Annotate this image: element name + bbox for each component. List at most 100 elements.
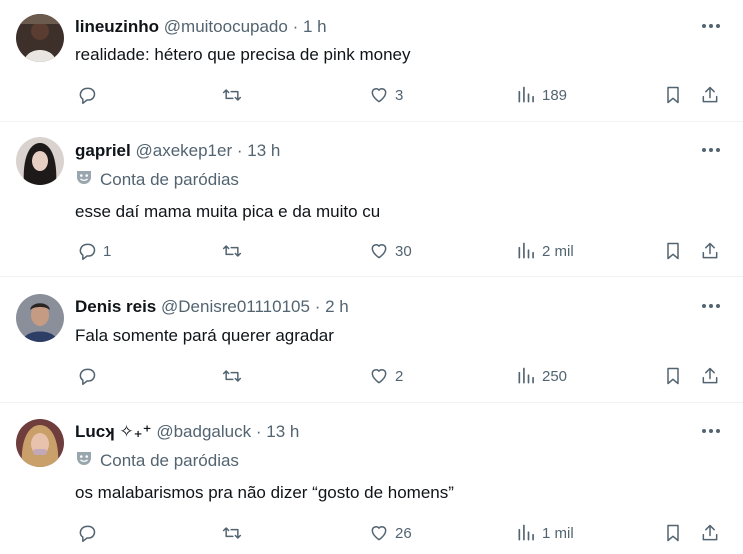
views-button[interactable]: 1 mil — [516, 521, 574, 545]
author-name[interactable]: Lucʞ ✧₊⁺ — [75, 422, 152, 441]
post-header: gapriel @axekep1er · 13 h — [75, 140, 280, 162]
post-time[interactable]: 1 h — [303, 17, 327, 36]
bookmark-button[interactable] — [663, 521, 683, 545]
author-name[interactable]: Denis reis — [75, 297, 156, 316]
post-denis-reis[interactable]: Denis reis @Denisre01110105 · 2 h Fala s… — [0, 277, 743, 403]
views-icon — [516, 366, 536, 386]
post-actions: 1 30 2 mil — [0, 239, 743, 263]
post-text: Fala somente pará querer agradar — [75, 326, 334, 345]
avatar[interactable] — [16, 419, 64, 467]
post-actions: 26 1 mil — [0, 521, 743, 545]
separator-dot: · — [236, 141, 243, 160]
like-count: 30 — [395, 242, 412, 260]
like-button[interactable]: 30 — [369, 239, 412, 263]
bookmark-button[interactable] — [663, 364, 683, 388]
repost-icon — [221, 85, 243, 105]
bookmark-button[interactable] — [663, 83, 683, 107]
post-gapriel[interactable]: gapriel @axekep1er · 13 h Conta de paród… — [0, 122, 743, 277]
views-icon — [516, 85, 536, 105]
share-icon — [700, 523, 720, 543]
separator-dot: · — [255, 422, 262, 441]
author-handle[interactable]: @axekep1er — [135, 141, 232, 160]
post-text: realidade: hétero que precisa de pink mo… — [75, 45, 411, 64]
avatar[interactable] — [16, 137, 64, 185]
author-handle[interactable]: @muitoocupado — [164, 17, 288, 36]
heart-icon — [369, 366, 389, 386]
reply-feed: lineuzinho @muitoocupado · 1 h realidade… — [0, 0, 743, 554]
avatar[interactable] — [16, 294, 64, 342]
post-time[interactable]: 13 h — [247, 141, 280, 160]
post-lucy[interactable]: Lucʞ ✧₊⁺ @badgaluck · 13 h Conta de paró… — [0, 403, 743, 554]
bookmark-icon — [663, 523, 683, 543]
parody-mask-icon — [75, 168, 93, 192]
repost-icon — [221, 523, 243, 543]
more-icon[interactable] — [699, 15, 723, 37]
reply-icon — [77, 366, 97, 386]
reply-button[interactable] — [77, 364, 103, 388]
views-count: 2 mil — [542, 242, 574, 260]
post-time[interactable]: 13 h — [266, 422, 299, 441]
parody-label: Conta de paródias — [100, 170, 239, 189]
avatar[interactable] — [16, 14, 64, 62]
heart-icon — [369, 241, 389, 261]
like-button[interactable]: 2 — [369, 364, 403, 388]
author-name[interactable]: lineuzinho — [75, 17, 159, 36]
views-count: 189 — [542, 86, 568, 104]
repost-button[interactable] — [221, 364, 249, 388]
separator-dot: · — [314, 297, 321, 316]
author-name[interactable]: gapriel — [75, 141, 131, 160]
post-header: Lucʞ ✧₊⁺ @badgaluck · 13 h — [75, 421, 299, 443]
separator-dot: · — [292, 17, 299, 36]
views-icon — [516, 523, 536, 543]
like-count: 26 — [395, 524, 412, 542]
views-button[interactable]: 189 — [516, 83, 567, 107]
post-lineuzinho[interactable]: lineuzinho @muitoocupado · 1 h realidade… — [0, 0, 743, 122]
like-count: 2 — [395, 367, 404, 385]
views-count: 1 mil — [542, 524, 574, 542]
post-actions: 2 250 — [0, 364, 743, 388]
share-icon — [700, 366, 720, 386]
views-count: 250 — [542, 367, 568, 385]
more-icon[interactable] — [699, 295, 723, 317]
like-button[interactable]: 3 — [369, 83, 403, 107]
share-icon — [700, 241, 720, 261]
repost-button[interactable] — [221, 239, 249, 263]
bookmark-icon — [663, 85, 683, 105]
post-header: Denis reis @Denisre01110105 · 2 h — [75, 296, 349, 318]
reply-count: 1 — [103, 242, 112, 260]
more-icon[interactable] — [699, 139, 723, 161]
parody-mask-icon — [75, 449, 93, 473]
author-handle[interactable]: @Denisre01110105 — [161, 297, 310, 316]
bookmark-icon — [663, 366, 683, 386]
share-button[interactable] — [700, 83, 720, 107]
reply-button[interactable]: 1 — [77, 239, 111, 263]
heart-icon — [369, 85, 389, 105]
views-button[interactable]: 2 mil — [516, 239, 574, 263]
like-count: 3 — [395, 86, 404, 104]
post-header: lineuzinho @muitoocupado · 1 h — [75, 16, 327, 38]
views-button[interactable]: 250 — [516, 364, 567, 388]
reply-button[interactable] — [77, 83, 103, 107]
more-icon[interactable] — [699, 420, 723, 442]
post-actions: 3 189 — [0, 83, 743, 107]
share-button[interactable] — [700, 239, 720, 263]
share-button[interactable] — [700, 364, 720, 388]
reply-icon — [77, 85, 97, 105]
reply-icon — [77, 523, 97, 543]
bookmark-button[interactable] — [663, 239, 683, 263]
post-time[interactable]: 2 h — [325, 297, 349, 316]
repost-button[interactable] — [221, 83, 249, 107]
bookmark-icon — [663, 241, 683, 261]
like-button[interactable]: 26 — [369, 521, 412, 545]
parody-label: Conta de paródias — [100, 451, 239, 470]
post-text: esse daí mama muita pica e da muito cu — [75, 202, 381, 221]
repost-icon — [221, 366, 243, 386]
author-handle[interactable]: @badgaluck — [156, 422, 251, 441]
share-button[interactable] — [700, 521, 720, 545]
post-text: os malabarismos pra não dizer “gosto de … — [75, 483, 454, 502]
repost-button[interactable] — [221, 521, 249, 545]
heart-icon — [369, 523, 389, 543]
parody-badge: Conta de paródias — [75, 450, 239, 472]
parody-badge: Conta de paródias — [75, 169, 239, 191]
reply-button[interactable] — [77, 521, 103, 545]
